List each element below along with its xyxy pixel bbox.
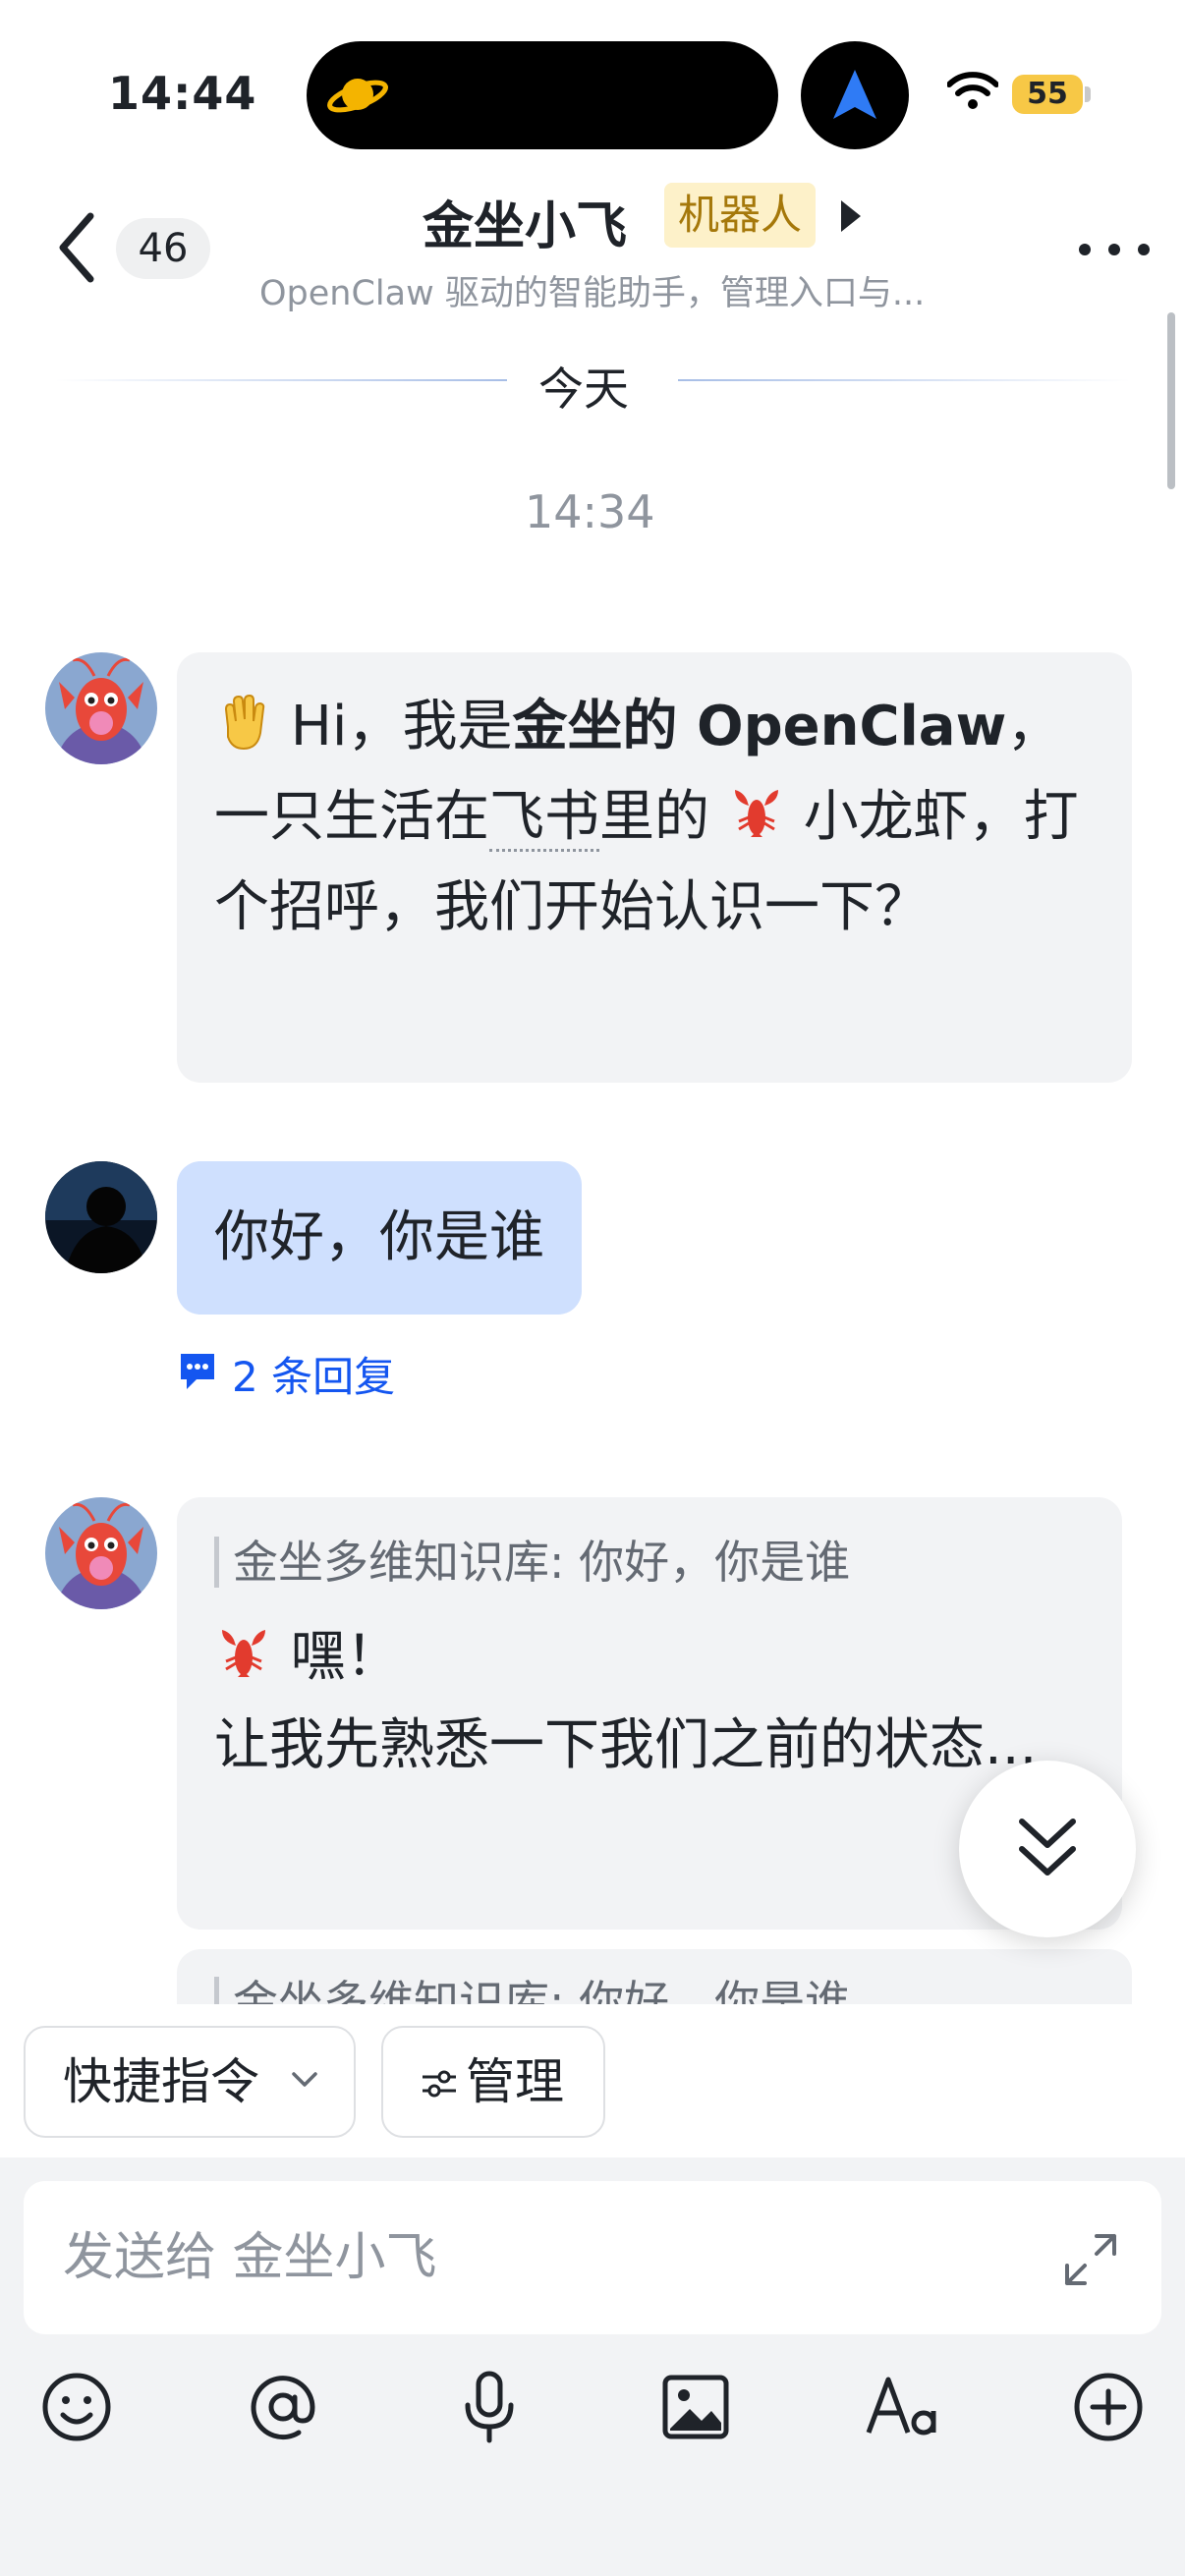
battery-icon: 55 xyxy=(1012,75,1083,114)
battery-tip xyxy=(1085,86,1091,102)
message-input-placeholder: 发送给 金坐小飞 xyxy=(63,2228,437,2287)
feishu-link[interactable]: 飞书 xyxy=(489,785,599,852)
quick-commands-button[interactable]: 快捷指令 xyxy=(24,2026,356,2138)
divider-line xyxy=(678,379,1130,381)
chevron-down-icon xyxy=(292,2072,317,2087)
chat-title[interactable]: 金坐小飞 xyxy=(423,185,627,258)
robot-tag: 机器人 xyxy=(664,183,817,248)
navigation-arrow-icon xyxy=(833,70,876,119)
text-format-icon[interactable] xyxy=(863,2368,941,2446)
back-chevron-icon[interactable] xyxy=(51,210,110,285)
thread-reply-count: 2 条回复 xyxy=(232,1353,396,1401)
lobster-icon xyxy=(214,1621,273,1680)
waving-hand-icon xyxy=(214,690,273,751)
thread-reply-icon xyxy=(181,1354,214,1389)
emoji-icon[interactable] xyxy=(37,2368,116,2446)
divider-line xyxy=(55,379,507,381)
bot-message-text: Hi，我是金坐的 OpenClaw，一只生活在飞书里的 小龙虾，打个招呼，我们开… xyxy=(214,682,1095,953)
bot-message-text: 嘿！ 让我先熟悉一下我们之前的状态... xyxy=(214,1613,1085,1790)
plus-icon[interactable] xyxy=(1069,2368,1148,2446)
sliders-icon xyxy=(423,2070,456,2098)
dynamic-island xyxy=(307,41,778,149)
message-input[interactable]: 发送给 金坐小飞 xyxy=(24,2181,1161,2334)
date-divider: 今天 xyxy=(538,363,629,416)
status-time: 14:44 xyxy=(108,67,257,120)
expand-icon[interactable] xyxy=(1063,2232,1118,2287)
unread-count-badge[interactable]: 46 xyxy=(116,218,210,279)
bot-avatar[interactable] xyxy=(45,1497,157,1609)
mention-icon[interactable] xyxy=(244,2368,322,2446)
scroll-to-bottom-button[interactable] xyxy=(959,1761,1136,1937)
lobster-icon xyxy=(727,780,786,839)
microphone-icon[interactable] xyxy=(450,2368,529,2446)
scrollbar[interactable] xyxy=(1167,312,1175,489)
navigation-indicator xyxy=(801,41,909,149)
bot-avatar[interactable] xyxy=(45,652,157,764)
chat-subtitle[interactable]: OpenClaw 驱动的智能助手，管理入口与... xyxy=(259,265,925,315)
double-chevron-down-icon xyxy=(1019,1819,1076,1876)
image-icon[interactable] xyxy=(656,2368,735,2446)
manage-button[interactable]: 管理 xyxy=(381,2026,605,2138)
user-message-bubble[interactable]: 你好，你是谁 xyxy=(177,1161,582,1315)
user-avatar[interactable] xyxy=(45,1161,157,1273)
more-icon[interactable] xyxy=(1075,224,1154,273)
planet-icon xyxy=(327,79,388,113)
message-timestamp: 14:34 xyxy=(525,485,655,538)
wifi-icon xyxy=(947,72,998,109)
title-arrow-icon[interactable] xyxy=(841,200,861,232)
bot-message-bubble[interactable]: Hi，我是金坐的 OpenClaw，一只生活在飞书里的 小龙虾，打个招呼，我们开… xyxy=(177,652,1132,1083)
bot-message-bubble[interactable]: 金坐多维知识库: 你好，你是谁 xyxy=(177,1949,1132,2008)
quoted-message[interactable]: 金坐多维知识库: 你好，你是谁 xyxy=(214,1537,1085,1588)
